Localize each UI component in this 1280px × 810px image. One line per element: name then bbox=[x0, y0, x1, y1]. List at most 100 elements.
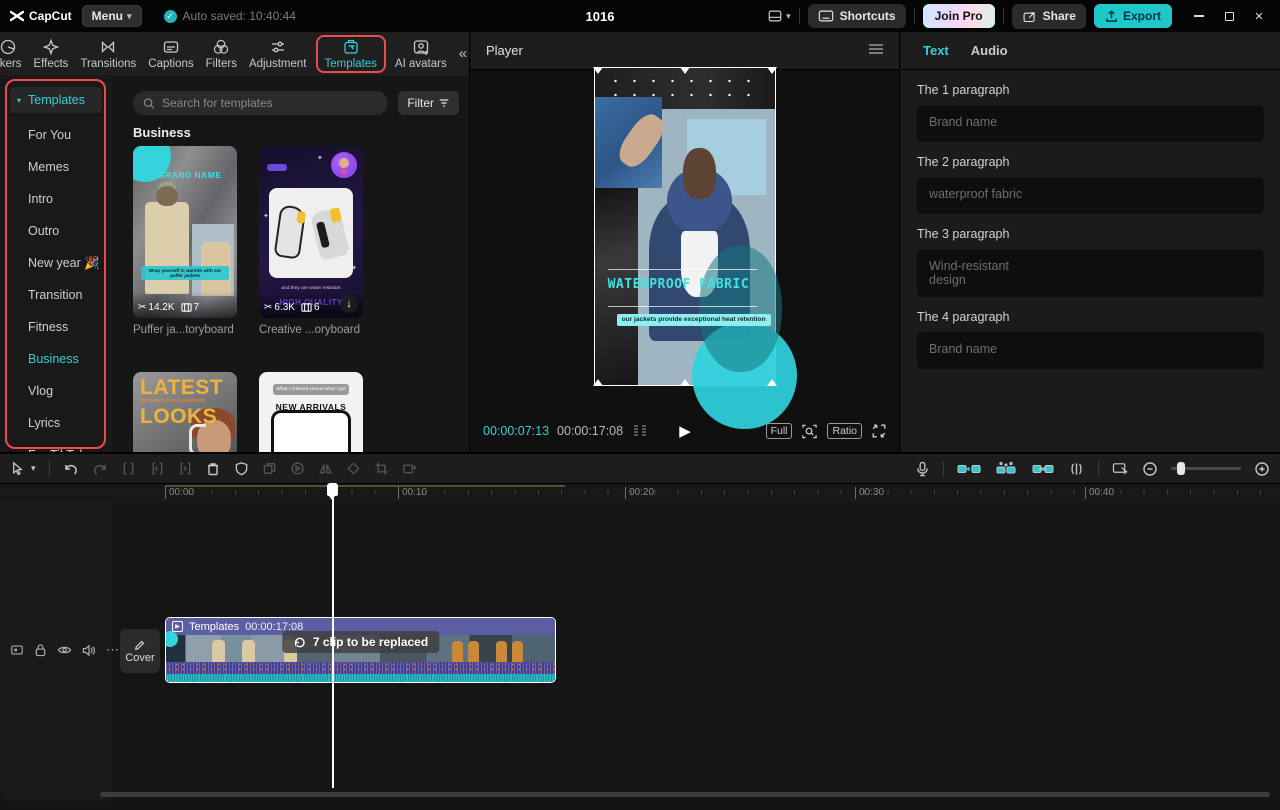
split-button[interactable] bbox=[121, 461, 136, 476]
workspace-layout-button[interactable]: ▾ bbox=[767, 8, 791, 24]
select-tool-chevron[interactable]: ▾ bbox=[31, 463, 36, 474]
play-button[interactable]: ▶ bbox=[679, 422, 691, 440]
splitview-button[interactable] bbox=[1068, 461, 1085, 477]
shortcuts-button[interactable]: Shortcuts bbox=[808, 4, 906, 28]
player-title: Player bbox=[486, 43, 523, 58]
replace-button[interactable] bbox=[402, 461, 417, 476]
sidebar-item-templates[interactable]: ▾Templates bbox=[10, 87, 102, 113]
hide-track-button[interactable] bbox=[57, 644, 72, 656]
template-search[interactable] bbox=[133, 91, 388, 115]
export-button[interactable]: Export bbox=[1094, 4, 1172, 28]
crop-button[interactable] bbox=[374, 461, 389, 476]
ribbon-tab-captions[interactable]: Captions bbox=[142, 36, 199, 72]
sidebar-item-outro[interactable]: Outro bbox=[0, 215, 112, 247]
search-input[interactable] bbox=[162, 96, 378, 110]
select-tool-button[interactable] bbox=[10, 461, 25, 476]
ribbon-tab-transitions[interactable]: Transitions bbox=[74, 36, 142, 72]
sidebar-item-memes[interactable]: Memes bbox=[0, 151, 112, 183]
video-preview[interactable]: WATERPROOF FABRIC our jackets provide ex… bbox=[595, 68, 775, 385]
join-pro-button[interactable]: Join Pro bbox=[923, 4, 995, 28]
mirror-button[interactable] bbox=[318, 461, 333, 476]
rotate-icon bbox=[346, 461, 361, 476]
zoom-in-button[interactable] bbox=[1254, 461, 1270, 477]
speed-button[interactable] bbox=[290, 461, 305, 476]
minimize-button[interactable] bbox=[1186, 4, 1212, 28]
ribbon-tab-stickers[interactable]: ckers bbox=[0, 36, 27, 72]
mute-track-button[interactable] bbox=[82, 644, 96, 657]
overlay-button[interactable] bbox=[262, 461, 277, 476]
sidebar-item-for-you[interactable]: For You bbox=[0, 119, 112, 151]
sidebar-item-transition[interactable]: Transition bbox=[0, 279, 112, 311]
zoom-slider-handle[interactable] bbox=[1177, 462, 1185, 475]
template-card-puffer[interactable]: BRAND NAME Wrap yourself in warmth with … bbox=[133, 146, 237, 336]
trash-icon bbox=[205, 461, 221, 477]
mask-button[interactable] bbox=[234, 461, 249, 476]
paragraph-4-input[interactable]: Brand name bbox=[917, 332, 1264, 369]
rotate-button[interactable] bbox=[346, 461, 361, 476]
paragraph-3-input[interactable]: Wind-resistant design bbox=[917, 249, 1264, 297]
ribbon-tab-filters[interactable]: Filters bbox=[200, 36, 243, 72]
template-card-latest-looks[interactable]: LATEST MOTHER'S DAY EXCLUSIVE LOOKS bbox=[133, 372, 237, 452]
timeline-clip-templates[interactable]: ▶ Templates 00:00:17:08 7 clip to be rep… bbox=[165, 617, 556, 683]
collapse-panel-icon[interactable]: « bbox=[455, 45, 471, 62]
sidebar-item-new-year[interactable]: New year 🎉 bbox=[0, 247, 112, 279]
trim-right-button[interactable] bbox=[177, 461, 192, 476]
sidebar-item-vlog[interactable]: Vlog bbox=[0, 375, 112, 407]
timeline-zoom-slider[interactable] bbox=[1171, 467, 1241, 470]
playhead-handle[interactable] bbox=[327, 483, 338, 496]
trim-left-button[interactable] bbox=[149, 461, 164, 476]
close-button[interactable]: ✕ bbox=[1246, 4, 1272, 28]
focus-frame-icon[interactable] bbox=[801, 423, 818, 440]
selection-handle[interactable] bbox=[680, 379, 690, 386]
avatar bbox=[331, 152, 357, 178]
sidebar-item-lyrics[interactable]: Lyrics bbox=[0, 407, 112, 439]
sidebar-item-fitness[interactable]: Fitness bbox=[0, 311, 112, 343]
more-options-icon[interactable]: ⋯ bbox=[106, 642, 119, 658]
ratio-button[interactable]: Ratio bbox=[827, 423, 862, 439]
template-card-new-arrivals[interactable]: What I ordered versus what I got NEW ARR… bbox=[259, 372, 363, 452]
tab-text[interactable]: Text bbox=[923, 43, 949, 58]
ribbon-tab-templates[interactable]: Templates bbox=[316, 35, 386, 73]
horizontal-scrollbar[interactable] bbox=[100, 792, 1270, 797]
zoom-out-button[interactable] bbox=[1142, 461, 1158, 477]
sidebar-item-intro[interactable]: Intro bbox=[0, 183, 112, 215]
sidebar-item-for-tiktok[interactable]: For TikTok bbox=[0, 439, 112, 452]
lock-track-button[interactable] bbox=[34, 643, 47, 657]
share-button[interactable]: Share bbox=[1012, 4, 1086, 29]
download-button[interactable]: ↓ bbox=[340, 295, 358, 313]
selection-handle[interactable] bbox=[767, 67, 777, 74]
fullscreen-icon[interactable] bbox=[871, 423, 887, 439]
ribbon-tab-adjustment[interactable]: Adjustment bbox=[243, 36, 313, 72]
cover-button[interactable]: Cover bbox=[120, 629, 160, 673]
main-track-button[interactable] bbox=[10, 643, 24, 657]
undo-button[interactable] bbox=[63, 461, 79, 477]
ribbon-tab-ai-avatars[interactable]: AI avatars bbox=[389, 36, 453, 72]
menu-button[interactable]: Menu ▾ bbox=[82, 5, 142, 27]
playhead-line[interactable] bbox=[332, 496, 334, 788]
tab-audio[interactable]: Audio bbox=[971, 43, 1008, 58]
redo-button[interactable] bbox=[92, 461, 108, 477]
selection-handle[interactable] bbox=[593, 379, 603, 386]
selection-handle[interactable] bbox=[767, 379, 777, 386]
magnetic-snap-toggle[interactable] bbox=[957, 461, 981, 477]
filter-button[interactable]: Filter bbox=[398, 91, 459, 115]
ribbon-tab-effects[interactable]: Effects bbox=[27, 36, 74, 72]
card-badge: What I ordered versus what I got bbox=[273, 384, 349, 395]
record-voiceover-button[interactable] bbox=[915, 461, 930, 477]
paragraph-1-input[interactable]: Brand name bbox=[917, 105, 1264, 142]
replace-clips-pill[interactable]: 7 clip to be replaced bbox=[282, 631, 439, 653]
delete-button[interactable] bbox=[205, 461, 221, 477]
chevron-down-icon: ▾ bbox=[127, 11, 132, 22]
timeline-ruler[interactable]: 00:00 00:10 00:20 00:30 00:40 bbox=[0, 485, 1280, 502]
template-card-creative[interactable]: ✦ ✦ ✦ and they are water resistant HIGH … bbox=[259, 146, 363, 336]
restore-button[interactable] bbox=[1216, 4, 1242, 28]
link-clips-toggle[interactable] bbox=[1031, 461, 1055, 477]
selection-handle[interactable] bbox=[680, 67, 690, 74]
preview-frame-button[interactable] bbox=[1112, 461, 1129, 476]
sidebar-item-business[interactable]: Business bbox=[0, 343, 112, 375]
player-menu-button[interactable] bbox=[868, 43, 884, 58]
auto-align-toggle[interactable] bbox=[994, 461, 1018, 477]
paragraph-2-input[interactable]: waterproof fabric bbox=[917, 177, 1264, 214]
selection-handle[interactable] bbox=[593, 67, 603, 74]
full-preview-button[interactable]: Full bbox=[766, 423, 793, 439]
